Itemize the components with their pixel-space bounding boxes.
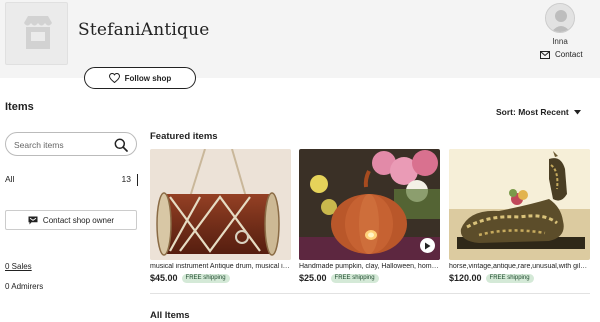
featured-item-card[interactable]: musical instrument Antique drum, musical… — [150, 149, 291, 283]
admirers-count: 0 Admirers — [5, 282, 44, 291]
sort-dropdown[interactable]: Sort: Most Recent — [496, 107, 581, 117]
storefront-icon — [24, 16, 52, 49]
follow-shop-label: Follow shop — [124, 73, 172, 83]
free-shipping-badge: FREE shipping — [485, 273, 534, 283]
item-image-drum[interactable] — [150, 149, 291, 260]
owner-name[interactable]: Inna — [538, 37, 582, 46]
sort-label: Sort: Most Recent — [496, 107, 569, 117]
item-price-row: $25.00 FREE shipping — [299, 273, 440, 283]
shop-logo — [5, 2, 68, 65]
follow-shop-button[interactable]: Follow shop — [84, 67, 196, 89]
featured-item-card[interactable]: horse,vintage,antique,rare,unusual,with … — [449, 149, 590, 283]
search-button[interactable] — [114, 138, 128, 152]
category-label: All — [5, 174, 15, 184]
item-price: $25.00 — [299, 273, 327, 283]
all-items-heading: All Items — [150, 310, 190, 321]
contact-shop-owner-label: Contact shop owner — [42, 215, 115, 225]
items-heading: Items — [5, 101, 34, 113]
item-title[interactable]: horse,vintage,antique,rare,unusual,with … — [449, 263, 590, 270]
owner-avatar[interactable] — [545, 3, 575, 33]
category-all[interactable]: All 13 — [5, 174, 138, 186]
featured-item-card[interactable]: Handmade pumpkin, clay, Halloween, home … — [299, 149, 440, 283]
free-shipping-badge: FREE shipping — [330, 273, 379, 283]
item-price: $45.00 — [150, 273, 178, 283]
play-icon — [425, 242, 431, 249]
item-price-row: $45.00 FREE shipping — [150, 273, 291, 283]
free-shipping-badge: FREE shipping — [181, 273, 230, 283]
item-title[interactable]: Handmade pumpkin, clay, Halloween, home … — [299, 263, 440, 270]
featured-items-heading: Featured items — [150, 131, 218, 142]
search-box — [5, 132, 137, 156]
chat-icon — [28, 216, 38, 224]
item-image-horse[interactable] — [449, 149, 590, 260]
category-count: 13 — [122, 174, 138, 186]
play-video-button[interactable] — [420, 238, 435, 253]
contact-shop-owner-button[interactable]: Contact shop owner — [5, 210, 137, 230]
section-divider — [150, 293, 590, 294]
item-title[interactable]: musical instrument Antique drum, musical… — [150, 263, 291, 270]
envelope-icon — [540, 50, 550, 59]
item-price-row: $120.00 FREE shipping — [449, 273, 590, 283]
shop-name: StefaniAntique — [78, 20, 210, 40]
contact-owner-link[interactable]: Contact — [540, 50, 583, 59]
caret-down-icon — [573, 109, 581, 114]
sales-link[interactable]: 0 Sales — [5, 262, 32, 271]
search-input[interactable] — [14, 137, 109, 152]
heart-icon — [108, 73, 120, 83]
contact-link-label: Contact — [555, 50, 583, 59]
item-price: $120.00 — [449, 273, 482, 283]
item-image-pumpkin[interactable] — [299, 149, 440, 260]
search-icon — [114, 138, 128, 152]
